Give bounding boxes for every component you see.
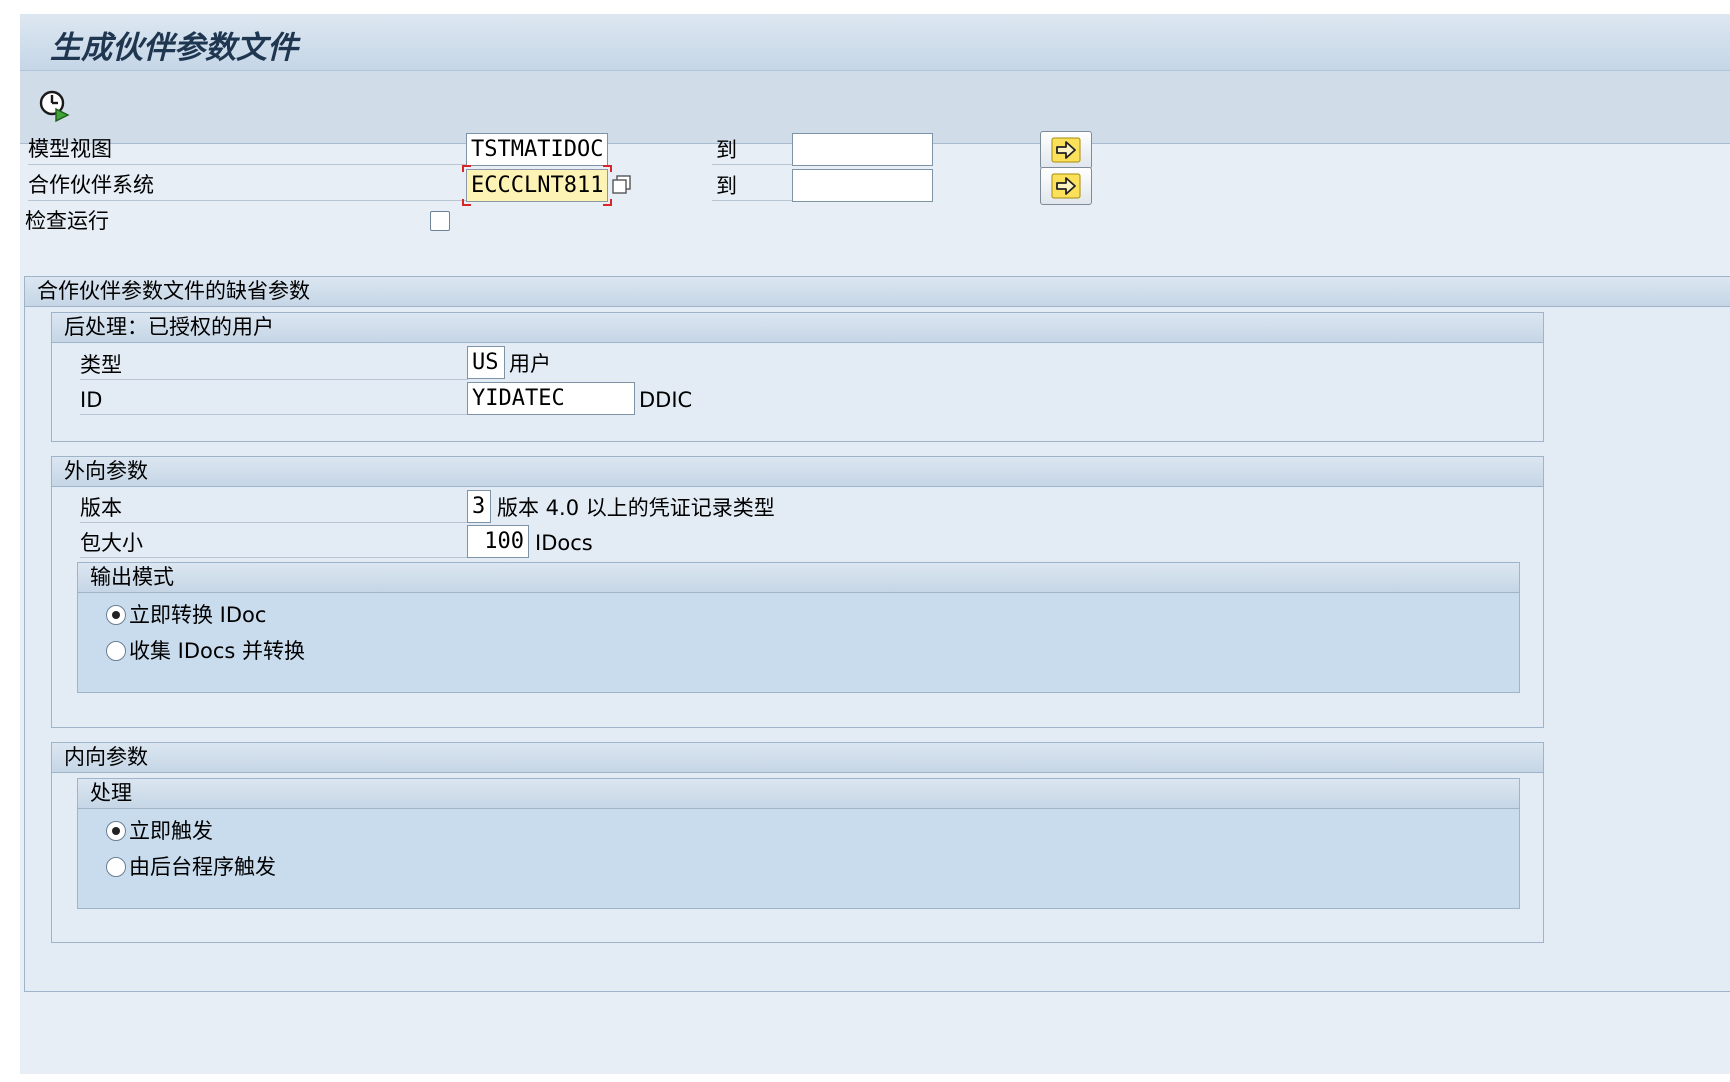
screen-title: 生成伙伴参数文件 [50,30,298,66]
inbound-title: 内向参数 [64,745,148,769]
f4-value-help-icon[interactable] [611,174,633,196]
processing-immediate-label: 立即触发 [129,819,213,843]
user-type-description: 用户 [509,352,551,376]
partner-system-to-label: 到 [716,174,737,198]
output-mode-immediate-radio[interactable] [106,605,126,625]
output-mode-collect-radio[interactable] [106,641,126,661]
processing-title: 处理 [90,781,132,805]
radio-selected-dot [112,827,120,835]
group-header: 外向参数 [52,457,1543,487]
version-input[interactable]: 3 [467,490,491,523]
processing-group: 处理 立即触发 由后台程序触发 [77,778,1520,909]
label-underline [80,379,468,380]
model-view-from-input[interactable]: TSTMATIDOC [466,133,608,166]
pack-size-input[interactable]: 100 [467,525,529,558]
output-mode-collect-label: 收集 IDocs 并转换 [129,639,306,663]
arrow-right-icon [1051,137,1081,163]
label-underline [28,200,466,201]
version-description: 版本 4.0 以上的凭证记录类型 [497,496,775,520]
user-type-label: 类型 [80,353,122,377]
test-run-checkbox[interactable] [430,211,450,231]
model-view-label: 模型视图 [28,137,112,161]
label-underline [712,200,792,201]
partner-system-to-input[interactable] [792,169,933,202]
output-mode-immediate-label: 立即转换 IDoc [129,603,267,627]
title-bar: 生成伙伴参数文件 [20,14,1730,71]
model-view-to-label: 到 [716,138,737,162]
group-header: 后处理：已授权的用户 [52,313,1543,343]
output-mode-group: 输出模式 立即转换 IDoc 收集 IDocs 并转换 [77,562,1520,693]
user-id-description: DDIC [639,388,693,412]
outbound-group: 外向参数 版本 3 版本 4.0 以上的凭证记录类型 包大小 100 IDocs… [51,456,1544,728]
required-field-marker [462,165,612,206]
processing-background-radio[interactable] [106,857,126,877]
pack-size-label: 包大小 [80,531,143,555]
group-header: 内向参数 [52,743,1543,773]
inbound-group: 内向参数 处理 立即触发 由后台程序触发 [51,742,1544,943]
defaults-group: 合作伙伴参数文件的缺省参数 后处理：已授权的用户 类型 US 用户 ID YID… [24,276,1730,992]
processing-background-label: 由后台程序触发 [129,855,276,879]
group-header: 处理 [78,779,1519,809]
label-underline [80,522,468,523]
defaults-group-title: 合作伙伴参数文件的缺省参数 [37,279,310,303]
radio-selected-dot [112,611,120,619]
test-run-label: 检查运行 [25,209,109,233]
label-underline [80,414,468,415]
group-header: 合作伙伴参数文件的缺省参数 [25,277,1730,307]
user-id-input[interactable]: YIDATEC [467,382,635,415]
label-underline [28,164,466,165]
model-view-to-input[interactable] [792,133,933,166]
execute-clock-icon[interactable] [38,89,72,123]
post-processing-group: 后处理：已授权的用户 类型 US 用户 ID YIDATEC DDIC [51,312,1544,442]
user-id-label: ID [80,388,103,412]
partner-system-multiple-selection-button[interactable] [1040,167,1092,205]
model-view-multiple-selection-button[interactable] [1040,131,1092,169]
post-processing-title: 后处理：已授权的用户 [64,315,274,339]
processing-immediate-radio[interactable] [106,821,126,841]
user-type-input[interactable]: US [467,346,505,379]
group-header: 输出模式 [78,563,1519,593]
sap-window: 生成伙伴参数文件 模型视图 TSTMATIDOC 到 合作伙伴系统 ECCCLN… [20,14,1730,1074]
arrow-right-icon [1051,173,1081,199]
version-label: 版本 [80,496,122,520]
label-underline [712,164,792,165]
output-mode-title: 输出模式 [90,565,174,589]
label-underline [80,557,468,558]
partner-system-label: 合作伙伴系统 [28,173,154,197]
outbound-title: 外向参数 [64,459,148,483]
pack-size-unit: IDocs [535,531,593,555]
